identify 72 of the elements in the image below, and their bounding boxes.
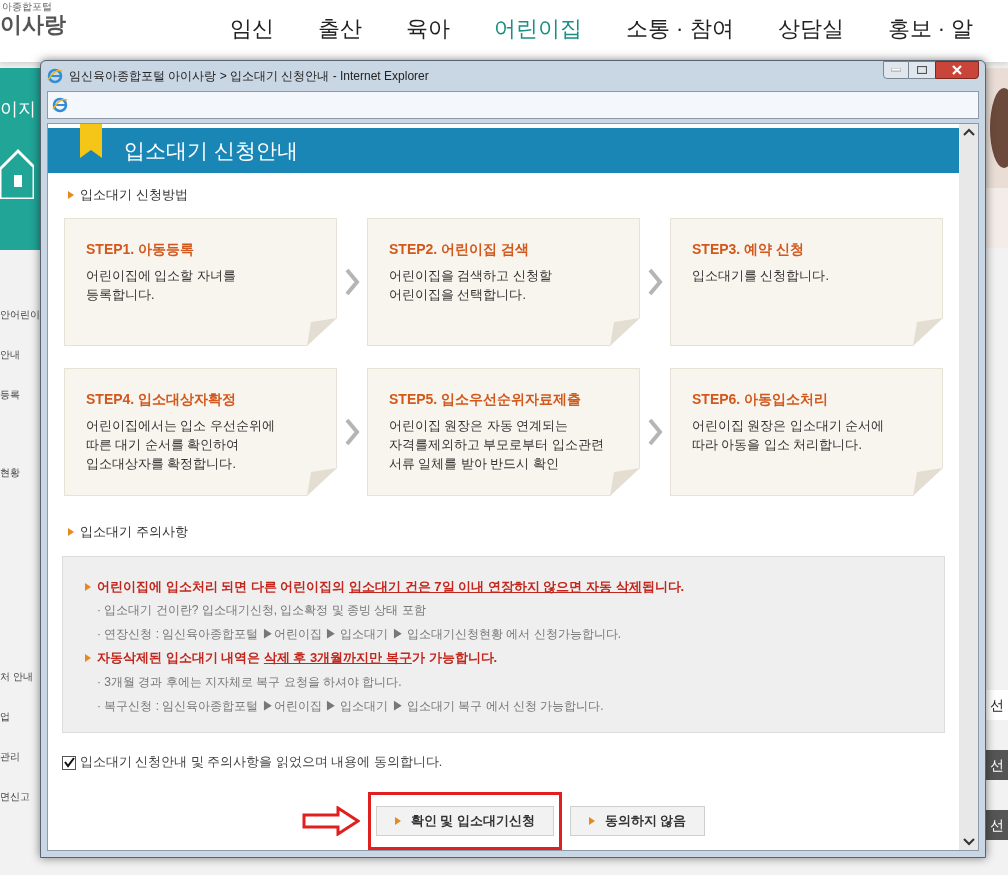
bullet-icon <box>85 582 91 591</box>
step-description: 어린이집 원장은 자동 연계되는 자격를제외하고 부모로부터 입소관련 서류 일체를 받아 반드시 확인 <box>389 418 605 474</box>
note-text: · 3개월 경과 후에는 지자체로 복구 요청을 하셔야 합니다. <box>96 673 403 691</box>
step-description: 어린이집에 입소할 자녀를 등록합니다. <box>86 268 237 305</box>
page-title: 입소대기 신청안내 <box>124 137 298 164</box>
step-description: 어린이집에서는 입소 우선순위에 따른 대기 순서를 확인하여 입소대상자를 확정합니다. <box>86 418 276 474</box>
nav-link[interactable]: 홍보 · 알 <box>887 12 974 45</box>
minimize-button[interactable] <box>883 61 909 79</box>
section-heading: 입소대기 신청방법 <box>80 185 188 204</box>
logo-text: 이사랑 <box>0 13 66 37</box>
side-menu-item[interactable]: 현황 <box>0 466 40 480</box>
step-title: STEP4. 입소대상자확정 <box>86 390 238 410</box>
maximize-button[interactable] <box>909 61 935 79</box>
step-description: 입소대기를 신청합니다. <box>692 268 830 286</box>
warning-text: 어린이집에 입소처리 되면 다른 어린이집의 입소대기 건은 7일 이내 연장하지 않으면 자동 삭제됩니다. <box>97 577 685 596</box>
window-title: 임신육아종합포털 아이사랑 > 입소대기 신청안내 - Internet Explorer <box>69 68 429 85</box>
banner-title: 이지 <box>0 98 36 121</box>
step-description: 어린이집을 검색하고 신청할 어린이집을 선택합니다. <box>389 268 553 305</box>
side-menu-item[interactable]: 등록 <box>0 388 40 402</box>
side-menu-item[interactable]: 면신고 <box>0 790 40 804</box>
bullet-icon <box>68 528 74 537</box>
side-menu-item[interactable]: 처 안내 <box>0 670 40 684</box>
chevron-right-icon <box>647 267 663 298</box>
note-text: · 연장신청 : 임신육아종합포털 ▶어린이집 ▶ 입소대기 ▶ 입소대기신청현황 에서 신청가능합니다. <box>96 626 622 644</box>
note-text: · 복구신청 : 임신육아종합포털 ▶어린이집 ▶ 입소대기 ▶ 입소대기 복구 에서 신청 가능합니다. <box>96 697 605 715</box>
browser-logo-icon <box>52 97 68 113</box>
step-title: STEP1. 아동등록 <box>86 240 196 260</box>
minimize-icon <box>891 68 901 72</box>
side-menu-item[interactable]: 안내 <box>0 348 40 362</box>
maximize-icon <box>917 66 927 74</box>
bullet-icon <box>588 817 595 825</box>
nav-link[interactable]: 어린이집 <box>494 12 582 45</box>
scrollbar[interactable] <box>959 124 978 850</box>
step-title: STEP5. 입소우선순위자료제출 <box>389 390 583 410</box>
browser-logo-icon <box>47 68 63 84</box>
scroll-down-icon[interactable] <box>962 838 975 846</box>
close-icon <box>952 65 962 75</box>
bookmark-icon <box>80 124 102 158</box>
nav-link[interactable]: 소통 · 참여 <box>626 12 734 45</box>
warning-text: 자동삭제된 입소대기 내역은 삭제 후 3개월까지만 복구가 가능합니다. <box>97 649 498 668</box>
close-button[interactable] <box>935 61 979 79</box>
logo-tagline: 아종합포털 <box>1 1 52 13</box>
scroll-up-icon[interactable] <box>962 128 975 136</box>
house-icon <box>0 147 34 199</box>
arrow-icon <box>301 806 360 836</box>
agree-label: 입소대기 신청안내 및 주의사항을 읽었으며 내용에 동의합니다. <box>80 754 443 772</box>
side-menu-item[interactable]: 관리 <box>0 750 40 764</box>
side-menu-item[interactable]: 업 <box>0 710 40 724</box>
step-title: STEP3. 예약 신청 <box>692 240 806 260</box>
action-button[interactable]: 확인 및 입소대기신청 <box>375 806 554 836</box>
side-menu-item[interactable]: 안어린이 <box>0 308 40 322</box>
nav-link[interactable]: 임신 <box>230 12 274 45</box>
chevron-right-icon <box>647 417 663 448</box>
address-bar[interactable] <box>47 91 979 119</box>
nav-link[interactable]: 육아 <box>406 12 450 45</box>
side-link[interactable]: 선 <box>986 690 1008 720</box>
side-link[interactable]: 선 <box>986 810 1008 840</box>
agree-checkbox[interactable] <box>62 755 76 770</box>
bullet-icon <box>394 817 401 825</box>
nav-link[interactable]: 출산 <box>318 12 362 45</box>
chevron-right-icon <box>344 417 360 448</box>
step-description: 어린이집 원장은 입소대기 순서에 따라 아동을 입소 처리합니다. <box>692 418 886 455</box>
section-heading: 입소대기 주의사항 <box>80 523 188 542</box>
action-button[interactable]: 동의하지 않음 <box>569 806 706 836</box>
bullet-icon <box>85 654 91 663</box>
nav-link[interactable]: 상담실 <box>777 12 844 45</box>
bullet-icon <box>68 190 74 199</box>
chevron-right-icon <box>344 267 360 298</box>
step-title: STEP6. 아동입소처리 <box>692 390 830 410</box>
step-title: STEP2. 어린이집 검색 <box>389 240 531 260</box>
note-text: · 입소대기 건이란? 입소대기신청, 입소확정 및 종빙 상태 포함 <box>96 602 427 620</box>
side-link[interactable]: 선 <box>986 750 1008 780</box>
